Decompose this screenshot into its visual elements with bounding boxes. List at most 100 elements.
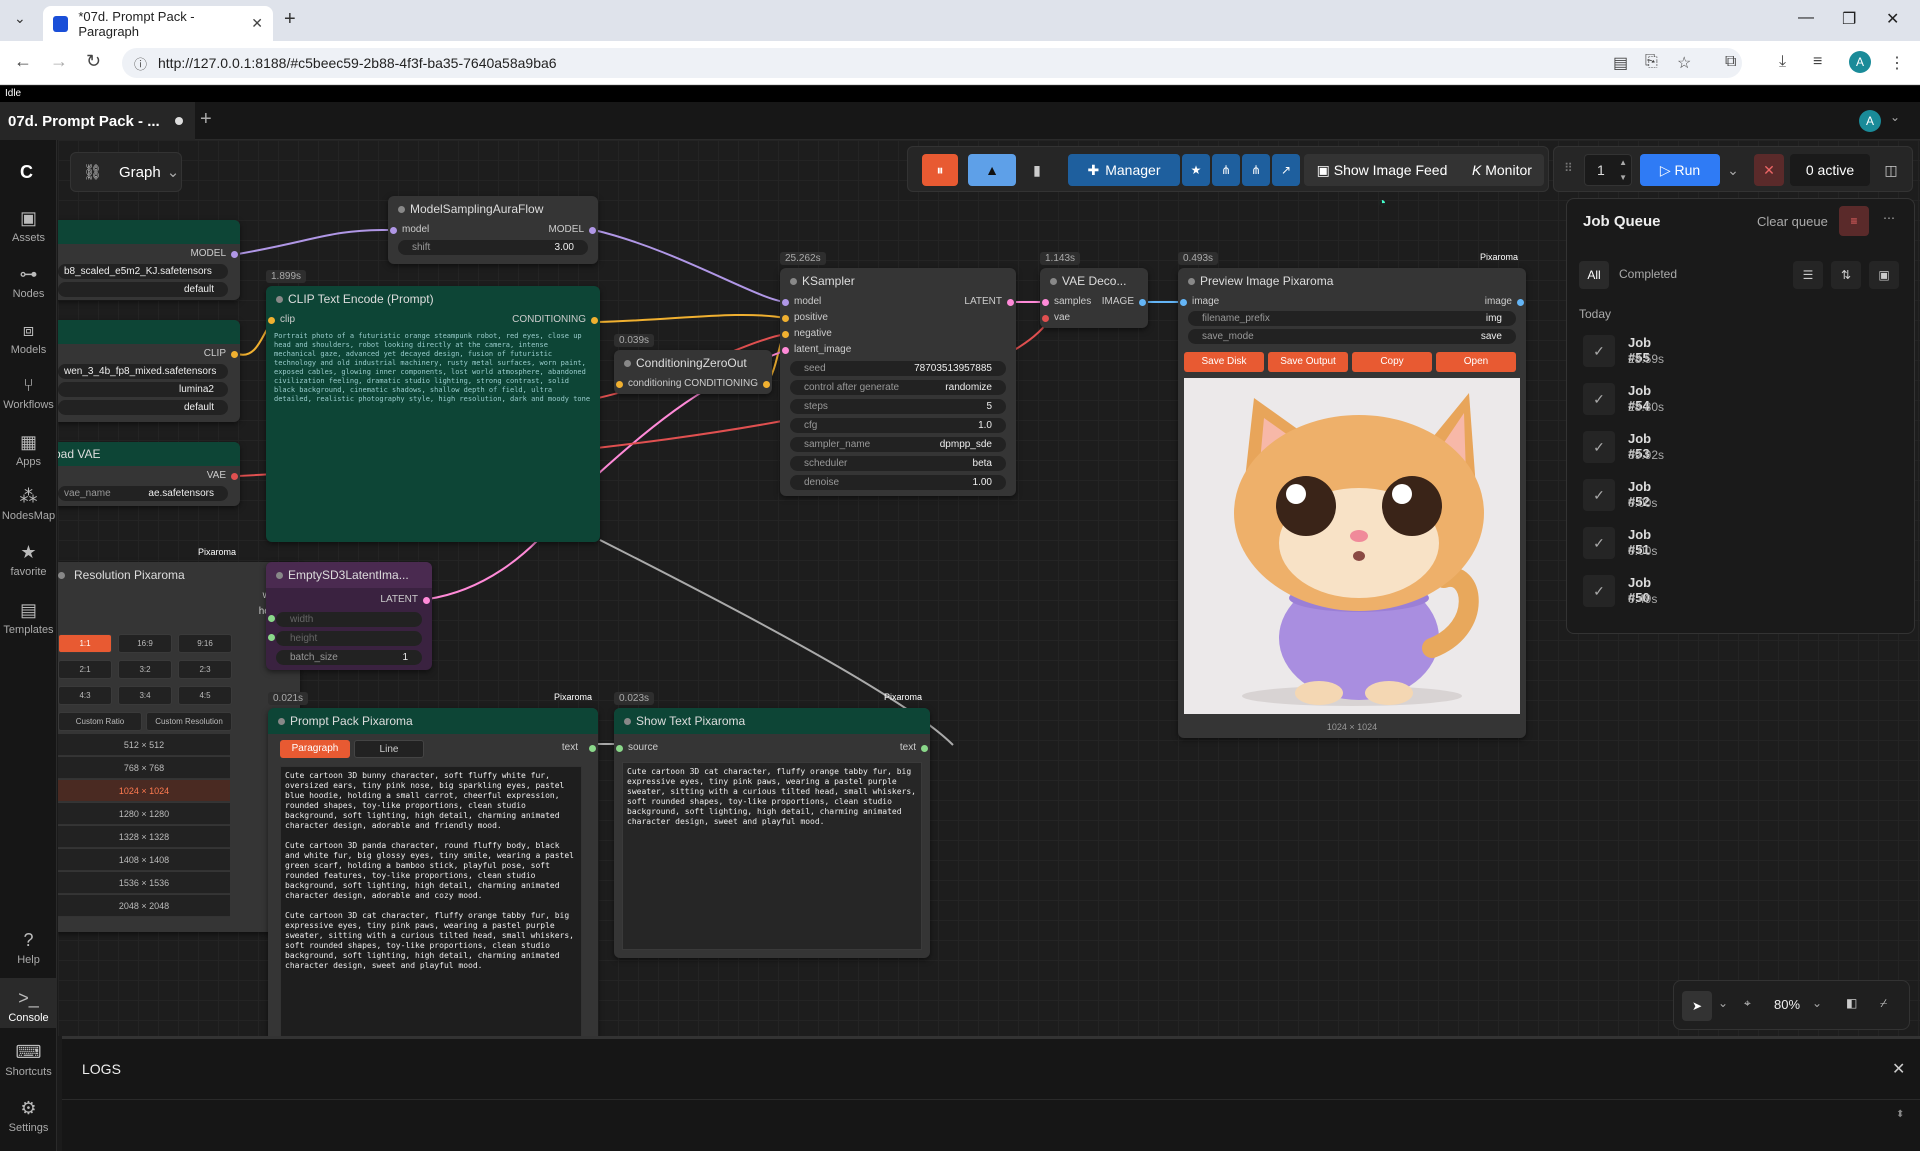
share-icon[interactable]: ↗ [1272,154,1300,186]
resolution-option[interactable]: 512 × 512 [58,734,230,756]
output-dot[interactable] [231,351,238,358]
panel-toggle-icon[interactable]: ◫ [1876,154,1906,186]
clip-text-encode-node[interactable]: CLIP Text Encode (Prompt) clip CONDITION… [266,286,600,542]
star-icon[interactable]: ★ [1182,154,1210,186]
resolution-option[interactable]: 1408 × 1408 [58,849,230,871]
sidebar-item-apps[interactable]: ▦ Apps [0,432,57,468]
ratio-2-3[interactable]: 2:3 [178,660,232,679]
weight-dtype-widget[interactable]: default [58,282,228,297]
input-dot[interactable] [268,615,275,622]
input-dot[interactable] [782,347,789,354]
model-sampling-node[interactable]: ModelSamplingAuraFlow model MODEL shift 3… [388,196,598,264]
ratio-3-2[interactable]: 3:2 [118,660,172,679]
close-tab-icon[interactable]: ✕ [251,15,263,32]
sidebar-item-help[interactable]: ? Help [0,930,57,966]
output-dot[interactable] [589,227,596,234]
custom-resolution-button[interactable]: Custom Resolution [146,712,232,731]
drag-handle-icon[interactable]: ⠿ [1564,161,1573,175]
save-disk-button[interactable]: Save Disk [1184,352,1264,372]
scheduler-widget[interactable]: scheduler beta [790,456,1006,471]
cfg-widget[interactable]: cfg 1.0 [790,418,1006,433]
user-menu-chevron-icon[interactable]: ⌄ [1890,110,1900,124]
ratio-3-4[interactable]: 3:4 [118,686,172,705]
resolution-node[interactable]: Resolution Pixaroma width height 1:1 16:… [58,562,300,932]
input-dot[interactable] [782,299,789,306]
filter-completed-tab[interactable]: Completed [1619,267,1677,281]
filter-all-tab[interactable]: All [1579,261,1609,289]
restore-icon[interactable]: ❐ [1842,9,1856,29]
clear-icon[interactable]: ≡ [1839,206,1869,236]
width-widget[interactable]: width [276,612,422,627]
steps-widget[interactable]: steps 5 [790,399,1006,414]
sidebar-item-nodes[interactable]: ⊶ Nodes [0,264,57,300]
hide-links-icon[interactable]: ⌿ [1880,996,1887,1011]
extensions-icon[interactable]: ⧉ [1725,53,1736,71]
manager-button[interactable]: ✚ Manager [1068,154,1180,186]
run-button[interactable]: ▷ Run [1640,154,1720,186]
minimap-icon[interactable]: ◧ [1846,996,1857,1010]
input-dot[interactable] [1042,299,1049,306]
vae-loader-node[interactable]: oad VAE VAE vae_name ae.safetensors [58,442,240,506]
prompt-textarea[interactable]: Portrait photo of a futuristic orange st… [274,332,592,534]
browser-menu-icon[interactable]: ⋮ [1889,53,1905,73]
output-dot[interactable] [1007,299,1014,306]
new-tab-icon[interactable]: + [284,8,296,31]
ratio-4-3[interactable]: 4:3 [58,686,112,705]
resolution-option[interactable]: 1280 × 1280 [58,803,230,825]
input-dot[interactable] [390,227,397,234]
graph-mode-button[interactable]: ⛓ Graph ⌄ [70,152,182,192]
empty-latent-node[interactable]: EmptySD3LatentIma... LATENT width height… [266,562,432,670]
output-dot[interactable] [1517,299,1524,306]
output-dot[interactable] [921,745,928,752]
stepper-icon[interactable]: ▲ ▼ [1619,155,1627,185]
clear-queue-button[interactable]: Clear queue [1757,214,1828,229]
vae-name-widget[interactable]: vae_name ae.safetensors [58,486,228,501]
height-widget[interactable]: height [276,631,422,646]
page-icon[interactable]: ▤ [1613,53,1628,73]
fit-view-icon[interactable]: ⌖ [1744,996,1751,1011]
save-output-button[interactable]: Save Output [1268,352,1348,372]
ratio-9-16[interactable]: 9:16 [178,634,232,653]
model-icon[interactable]: ⋔ [1242,154,1270,186]
tab-paragraph[interactable]: Paragraph [280,740,350,758]
browser-profile-avatar[interactable]: A [1849,51,1871,73]
batch-size-widget[interactable]: batch_size 1 [276,650,422,665]
vae-decode-node[interactable]: VAE Deco... samples vae IMAGE [1040,268,1148,328]
denoise-widget[interactable]: denoise 1.00 [790,475,1006,490]
back-icon[interactable]: ← [14,51,32,72]
run-options-chevron-icon[interactable]: ⌄ [1722,154,1744,186]
tool-chevron-icon[interactable]: ⌄ [1718,996,1728,1010]
monitor-button[interactable]: K Monitor [1472,154,1532,186]
show-text-node[interactable]: Show Text Pixaroma source text Cute cart… [614,708,930,958]
triangle-logo-icon[interactable]: ▲ [968,154,1016,186]
unet-loader-node[interactable]: MODEL b8_scaled_e5m2_KJ.safetensors defa… [58,220,240,300]
show-image-feed-button[interactable]: ▣ Show Image Feed ◔ [1312,154,1452,218]
control-after-generate-widget[interactable]: control after generate randomize [790,380,1006,395]
input-dot[interactable] [1042,315,1049,322]
bookmark-icon[interactable]: ▮ [1022,154,1052,186]
pixaroma-icon[interactable]: ⏸ [922,154,958,186]
sidebar-item-templates[interactable]: ▤ Templates [0,600,57,636]
ratio-16-9[interactable]: 16:9 [118,634,172,653]
shift-widget[interactable]: shift 3.00 [398,240,588,255]
output-dot[interactable] [589,745,596,752]
input-dot[interactable] [616,745,623,752]
clip-name-widget[interactable]: wen_3_4b_fp8_mixed.safetensors [58,364,228,379]
output-dot[interactable] [763,381,770,388]
clip-loader-node[interactable]: CLIP wen_3_4b_fp8_mixed.safetensors lumi… [58,320,240,422]
preview-image-node[interactable]: Preview Image Pixaroma image image filen… [1178,268,1526,738]
input-dot[interactable] [782,331,789,338]
select-tool-icon[interactable]: ➤ [1682,991,1712,1021]
resolution-option-selected[interactable]: 1024 × 1024 [58,780,230,802]
tab-list-icon[interactable]: ⌄ [14,10,26,27]
open-button[interactable]: Open [1436,352,1516,372]
install-icon[interactable]: ⎘ [1645,53,1658,71]
output-dot[interactable] [423,597,430,604]
sidebar-item-assets[interactable]: ▣ Assets [0,208,57,244]
filename-prefix-widget[interactable]: filename_prefix img [1188,311,1516,326]
zoom-chevron-icon[interactable]: ⌄ [1812,996,1822,1010]
add-workflow-icon[interactable]: + [200,108,212,131]
user-avatar[interactable]: A [1859,110,1881,132]
input-dot[interactable] [268,317,275,324]
sidebar-item-shortcuts[interactable]: ⌨ Shortcuts [0,1042,57,1078]
